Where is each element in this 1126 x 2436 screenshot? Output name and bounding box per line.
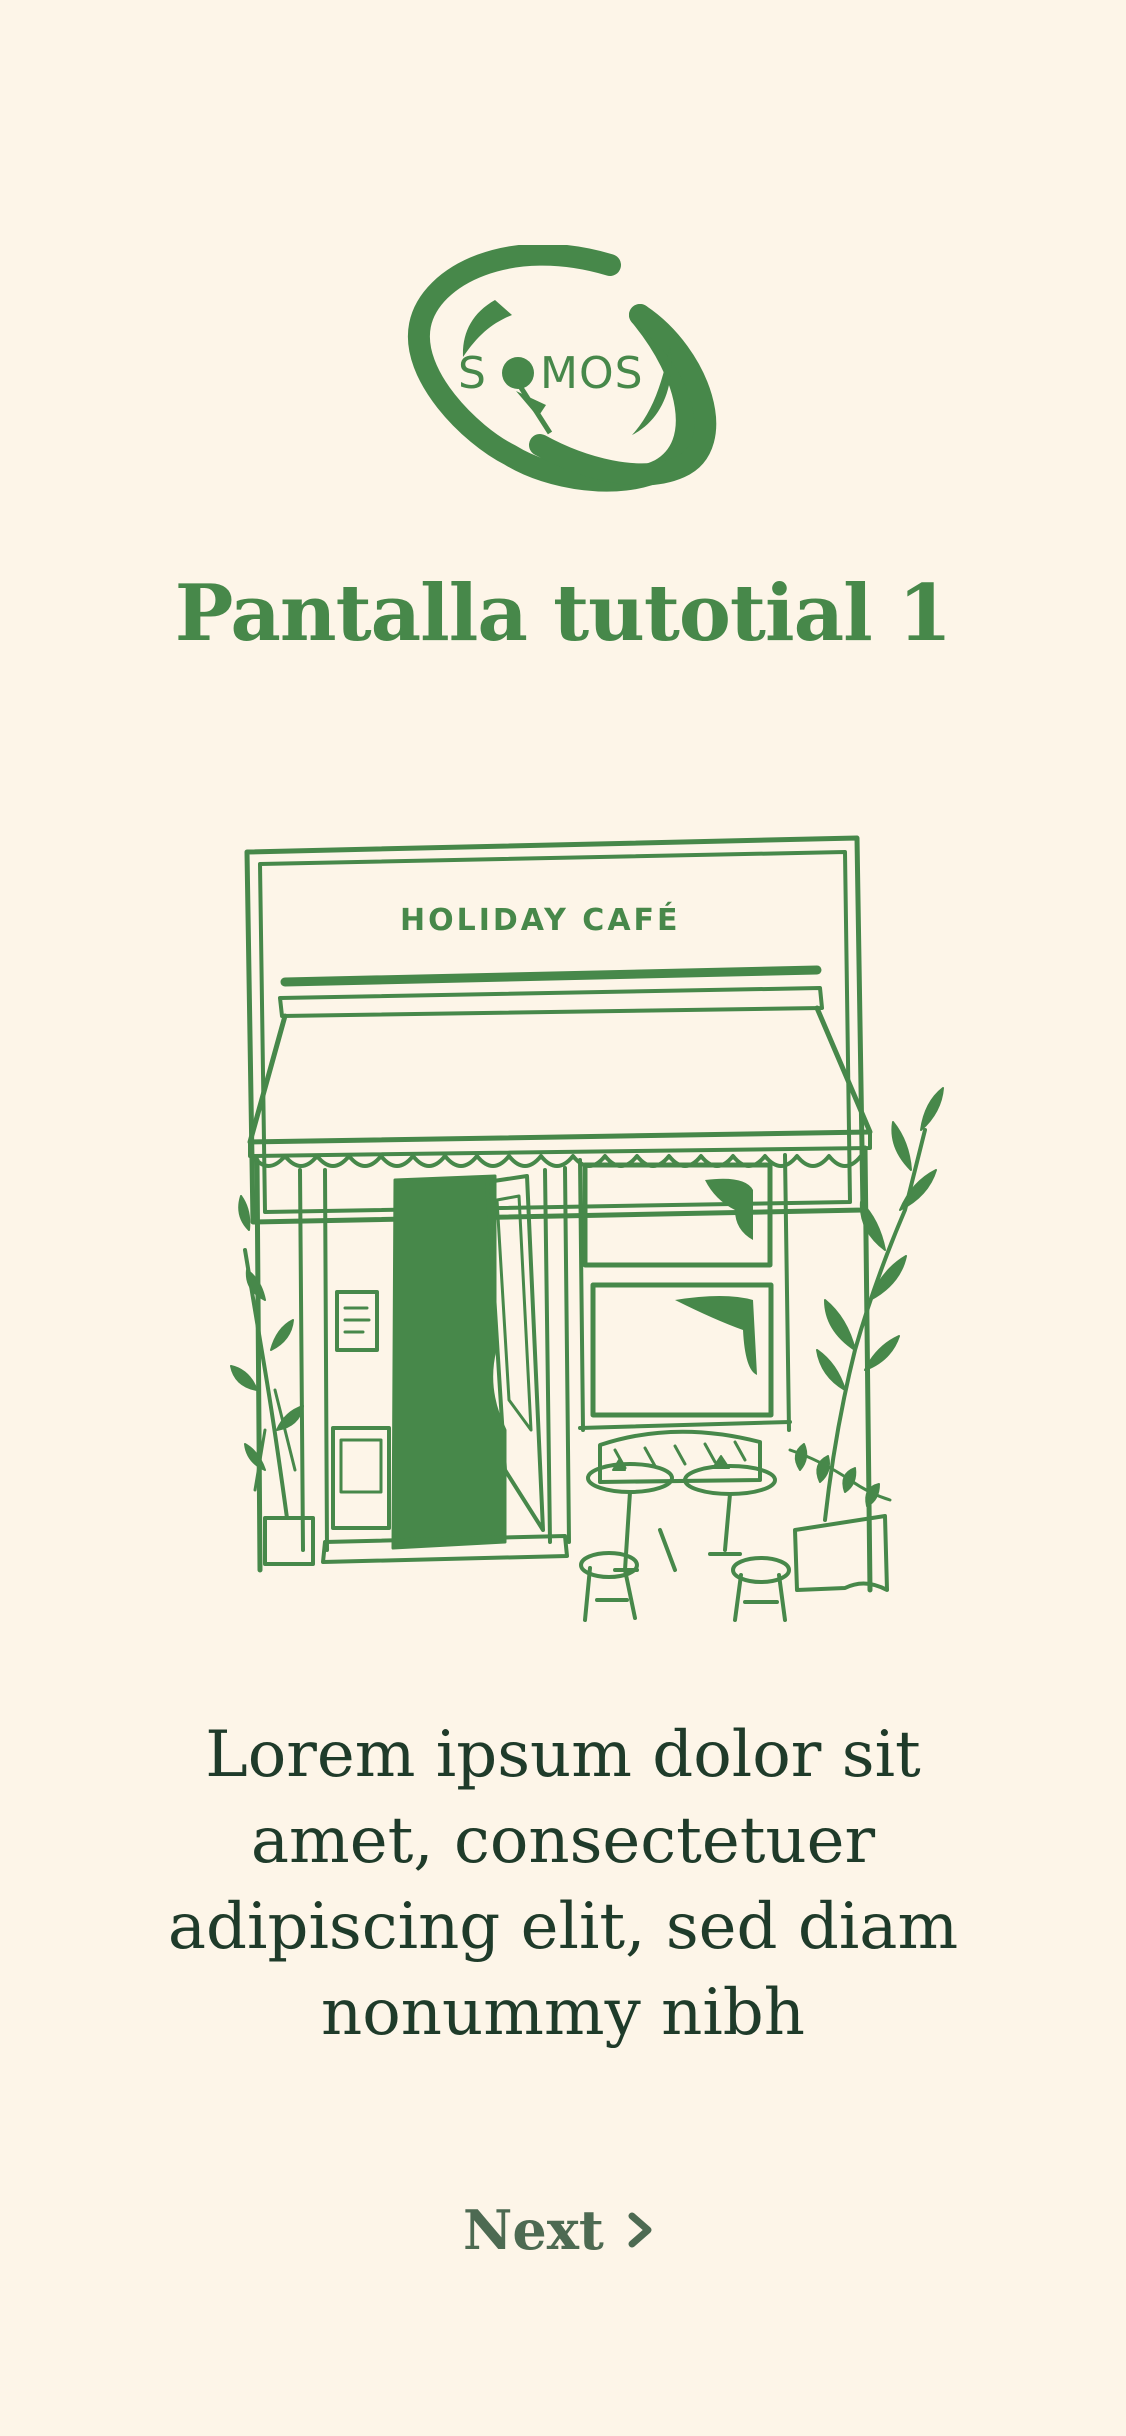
svg-text:HOLIDAY CAFÉ: HOLIDAY CAFÉ (400, 902, 681, 938)
cafe-storefront-illustration: HOLIDAY CAFÉ (230, 835, 944, 1622)
svg-text:MOS: MOS (540, 348, 644, 399)
svg-text:S: S (458, 348, 487, 399)
next-button-label: Next (463, 2198, 604, 2262)
next-button[interactable]: Next (463, 2190, 658, 2270)
chevron-right-icon (628, 2212, 652, 2248)
tutorial-description: Lorem ipsum dolor sit amet, consectetuer… (167, 1718, 959, 2050)
page-title: Pantalla tutotial 1 (174, 568, 952, 659)
somos-logo-icon: S MOS (407, 245, 717, 492)
